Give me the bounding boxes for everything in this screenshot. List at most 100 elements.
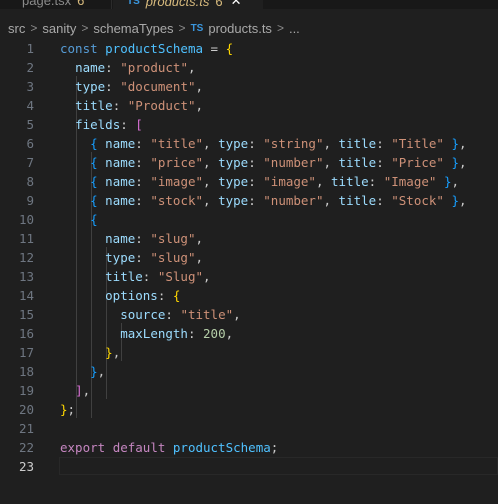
line-number: 17 — [18, 345, 34, 360]
code-token: "Title" — [391, 136, 444, 151]
code-token: "title" — [150, 136, 204, 151]
code-line[interactable]: 22 export default productSchema; — [0, 438, 498, 457]
line-number: 18 — [18, 364, 34, 379]
line-number: 7 — [26, 155, 34, 170]
line-number: 3 — [26, 79, 34, 94]
code-token: name — [105, 231, 136, 246]
code-text: title: "Product", — [60, 96, 203, 115]
breadcrumb-item-products-ts[interactable]: products.ts — [208, 21, 272, 36]
code-line[interactable]: 23 — [0, 457, 498, 476]
code-token: , — [203, 269, 211, 284]
code-token: productSchema — [172, 440, 271, 455]
code-token: , — [323, 155, 339, 170]
breadcrumb-item-symbol[interactable]: ... — [289, 21, 300, 36]
code-token: type — [218, 155, 249, 170]
code-token: "image" — [150, 174, 204, 189]
code-text: options: { — [60, 286, 180, 305]
code-token: type — [75, 79, 106, 94]
code-token: , — [195, 79, 204, 94]
code-line[interactable]: 17 }, — [0, 343, 498, 362]
code-token: : — [187, 326, 204, 341]
code-token: , — [451, 174, 459, 189]
code-token: : — [135, 231, 151, 246]
code-token: "stock" — [150, 193, 204, 208]
code-line[interactable]: 15 source: "title", — [0, 305, 498, 324]
code-line[interactable]: 19 ], — [0, 381, 498, 400]
code-token: , — [225, 326, 234, 341]
code-line[interactable]: 18 }, — [0, 362, 498, 381]
code-token: , — [459, 155, 467, 170]
code-token: , — [203, 193, 219, 208]
code-token: "Stock" — [391, 193, 444, 208]
code-line[interactable]: 14 options: { — [0, 286, 498, 305]
code-line[interactable]: 13 title: "Slug", — [0, 267, 498, 286]
code-token: } — [451, 155, 459, 170]
breadcrumb-item-sanity[interactable]: sanity — [42, 21, 76, 36]
code-token: ; — [67, 402, 76, 417]
code-token: : — [248, 155, 264, 170]
code-token: : — [105, 60, 121, 75]
line-number: 20 — [18, 402, 34, 417]
code-token: : — [368, 174, 384, 189]
code-token: "image" — [263, 174, 316, 189]
code-token: : — [135, 193, 151, 208]
close-icon[interactable]: ✕ — [231, 0, 242, 9]
code-line[interactable]: 12 type: "slug", — [0, 248, 498, 267]
code-token: "title" — [180, 307, 234, 322]
code-token: : — [120, 117, 136, 132]
breadcrumb-item-schematypes[interactable]: schemaTypes — [93, 21, 173, 36]
code-line[interactable]: 10 { — [0, 210, 498, 229]
code-text: { name: "price", type: "number", title: … — [60, 153, 467, 172]
code-line[interactable]: 16 maxLength: 200, — [0, 324, 498, 343]
code-line[interactable]: 1 const productSchema = { — [0, 39, 498, 58]
code-line[interactable]: 2 name: "product", — [0, 58, 498, 77]
chevron-right-icon: > — [30, 21, 38, 35]
code-token: "Slug" — [157, 269, 204, 284]
code-token: maxLength — [120, 326, 188, 341]
code-line[interactable]: 8 { name: "image", type: "image", title:… — [0, 172, 498, 191]
tab-products-ts[interactable]: TS products.ts 6 ✕ — [113, 0, 263, 9]
code-token: { — [90, 212, 98, 227]
code-text: { name: "stock", type: "number", title: … — [60, 191, 466, 210]
code-text: const productSchema = { — [60, 39, 233, 58]
code-line[interactable]: 5 fields: [ — [0, 115, 498, 134]
code-line[interactable]: 6 { name: "title", type: "string", title… — [0, 134, 498, 153]
code-text: ], — [60, 381, 90, 400]
breadcrumb-item-src[interactable]: src — [8, 21, 25, 36]
line-number: 16 — [18, 326, 34, 341]
code-token: type — [105, 250, 136, 265]
chevron-right-icon: > — [81, 21, 89, 35]
code-line[interactable]: 4 title: "Product", — [0, 96, 498, 115]
code-token: "product" — [120, 60, 188, 75]
code-token: type — [218, 174, 249, 189]
code-token: : — [105, 79, 121, 94]
code-token: , — [203, 136, 219, 151]
code-token: title — [338, 155, 377, 170]
code-line[interactable]: 20}; — [0, 400, 498, 419]
code-token: "number" — [263, 193, 324, 208]
code-token: , — [112, 345, 121, 360]
code-line[interactable]: 21 — [0, 419, 498, 438]
tab-page-tsx[interactable]: page.tsx 6 — [0, 0, 112, 9]
code-token: title — [75, 98, 113, 113]
code-line[interactable]: 7 { name: "price", type: "number", title… — [0, 153, 498, 172]
code-token: , — [97, 364, 106, 379]
code-text: export default productSchema; — [60, 438, 278, 457]
code-line[interactable]: 11 name: "slug", — [0, 229, 498, 248]
code-token: type — [218, 193, 249, 208]
code-token: "Product" — [127, 98, 196, 113]
code-line[interactable]: 9 { name: "stock", type: "number", title… — [0, 191, 498, 210]
code-token: { — [90, 193, 98, 208]
code-line[interactable]: 3 type: "document", — [0, 77, 498, 96]
code-token: name — [105, 193, 136, 208]
code-text: { — [60, 210, 98, 229]
